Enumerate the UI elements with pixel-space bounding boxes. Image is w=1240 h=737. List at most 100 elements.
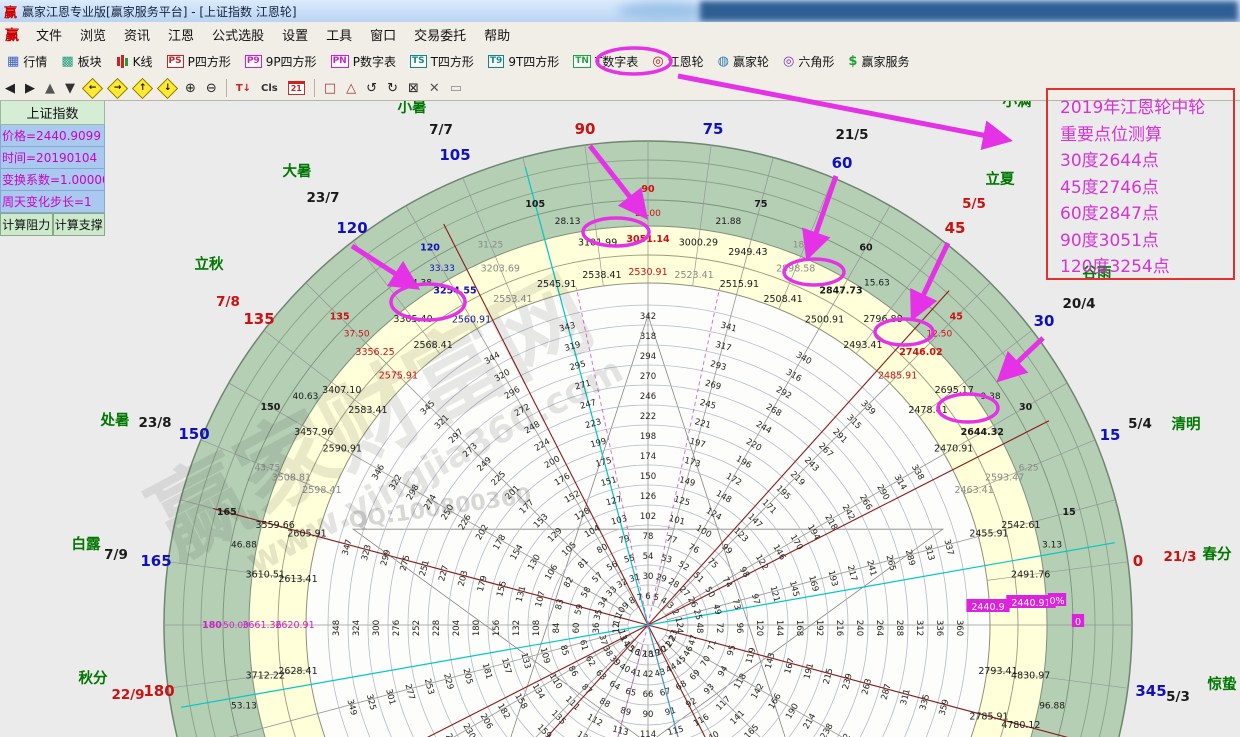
shrink-icon[interactable]: ✕ <box>424 80 445 97</box>
annotation-line-3: 45度2746点 <box>1060 175 1233 202</box>
toolbar-button-T数字表[interactable]: TNT数字表 <box>566 50 645 73</box>
zoom-in-icon[interactable]: ⊕ <box>180 80 201 97</box>
spiral-number: 300 <box>372 620 382 636</box>
ring-value: 12.50 <box>926 330 952 340</box>
menu-item-1[interactable]: 浏览 <box>71 22 115 47</box>
ring-value: 15 <box>1063 507 1076 518</box>
forward-icon[interactable]: ▶ <box>20 80 40 97</box>
spiral-number: 204 <box>452 620 462 636</box>
ring-value: 2493.41 <box>843 340 882 351</box>
zoom-out-icon[interactable]: ⊖ <box>201 80 222 97</box>
toolbar-label: 江恩轮 <box>668 53 704 70</box>
title-bar: 赢 赢家江恩专业版[赢家服务平台] - [上证指数 江恩轮] <box>0 0 1240 23</box>
menu-item-4[interactable]: 公式选股 <box>203 22 273 47</box>
pan-down-icon[interactable]: ↓ <box>155 80 180 97</box>
back-icon[interactable]: ◀ <box>0 80 20 97</box>
menu-item-8[interactable]: 交易委托 <box>405 22 475 47</box>
calc-button-0[interactable]: 计算阻力 <box>0 213 53 236</box>
toolbar-label: 9T四方形 <box>508 53 559 70</box>
ring-value: 180 <box>202 620 222 631</box>
toolbar-separator <box>226 79 227 97</box>
ring-value: 2746.02 <box>899 347 942 358</box>
toolbar-button-T四方形[interactable]: TST四方形 <box>403 50 481 73</box>
ring-value: 90 <box>641 184 655 195</box>
spiral-number: 48 <box>694 623 704 634</box>
t9-icon: T9 <box>488 55 504 68</box>
toolbar-button-P四方形[interactable]: PSP四方形 <box>160 50 238 73</box>
screen-icon[interactable]: ▭ <box>445 80 467 97</box>
blocks-icon: ▩ <box>61 55 73 68</box>
calc-button-1[interactable]: 计算支撑 <box>53 213 106 236</box>
triangle-tool-icon[interactable]: △ <box>341 80 361 97</box>
spiral-number: 216 <box>834 620 844 636</box>
rotate-right-icon[interactable]: ▼ <box>60 80 80 97</box>
ring-value: 75 <box>754 199 767 210</box>
toolbar-button-六角形[interactable]: ◎六角形 <box>776 50 841 73</box>
spiral-number: 132 <box>512 620 522 636</box>
date-label: 5/5 <box>962 196 986 212</box>
menu-item-5[interactable]: 设置 <box>273 22 317 47</box>
ring-value: 3254.55 <box>433 286 476 297</box>
menu-item-6[interactable]: 工具 <box>317 22 361 47</box>
spiral-number: 168 <box>794 620 804 636</box>
toolbar-label: 行情 <box>23 53 47 70</box>
ring-value: 50.00 <box>223 621 249 631</box>
toolbar-button-江恩轮[interactable]: ◎江恩轮 <box>645 50 710 73</box>
ring-value: 31.25 <box>477 240 503 250</box>
toolbar-button-板块[interactable]: ▩板块 <box>54 50 108 73</box>
menu-item-7[interactable]: 窗口 <box>361 22 405 47</box>
toolbar-button-9T四方形[interactable]: T9 9T四方形 <box>481 50 566 73</box>
ring-value: 3712.22 <box>246 670 285 681</box>
spiral-number: 120 <box>754 620 764 636</box>
spiral-number: 192 <box>814 620 824 636</box>
ring-value: 2515.91 <box>720 279 759 290</box>
highlighted-cell-value: 2440.91 <box>1011 598 1050 609</box>
pan-up-icon[interactable]: ↑ <box>130 80 155 97</box>
rotate-cw-icon[interactable]: ↻ <box>382 80 403 97</box>
menu-bar: 赢 文件浏览资讯江恩公式选股设置工具窗口交易委托帮助 <box>0 22 1240 48</box>
toolbar-button-K线[interactable]: K线 <box>109 50 160 73</box>
degree-label: 105 <box>439 146 470 164</box>
pan-left-icon[interactable]: ← <box>80 80 105 97</box>
cls-icon[interactable]: Cls <box>256 82 283 95</box>
box-x-icon[interactable]: ⊠ <box>403 80 424 97</box>
annotation-box: 2019年江恩轮中轮重要点位测算30度2644点45度2746点60度2847点… <box>1046 88 1235 280</box>
app-window: { "window": {"title": "赢家江恩专业版[赢家服务平台] -… <box>0 0 1240 737</box>
spiral-number: 348 <box>332 620 342 636</box>
ring-value: 53.13 <box>231 701 257 711</box>
solar-term-label: 白露 <box>72 535 101 553</box>
time-axis-icon[interactable]: T↓ <box>231 82 256 95</box>
degree-label: 165 <box>140 552 171 570</box>
date-label: 5/4 <box>1128 416 1152 432</box>
annotation-line-6: 120度3254点 <box>1060 254 1233 281</box>
ring-value: 9.38 <box>981 392 1001 402</box>
toolbar-button-行情[interactable]: ▦行情 <box>0 50 54 73</box>
info-panel: 上证指数 价格=2440.9099时间=20190104变换系数=1.00000… <box>0 100 105 236</box>
toolbar-button-9P四方形[interactable]: P99P四方形 <box>238 50 324 73</box>
menu-item-3[interactable]: 江恩 <box>159 22 203 47</box>
ring-value: 2523.41 <box>674 270 713 281</box>
toolbar-button-赢家服务[interactable]: $赢家服务 <box>841 50 916 73</box>
spiral-number: 60 <box>572 623 582 634</box>
toolbar-button-赢家轮[interactable]: ◍赢家轮 <box>711 50 776 73</box>
toolbar-button-P数字表[interactable]: PNP数字表 <box>324 50 403 73</box>
spiral-number: 240 <box>854 620 864 636</box>
date-label: 20/4 <box>1062 296 1095 312</box>
calendar-icon[interactable]: 21 <box>283 80 310 96</box>
square-tool-icon[interactable]: □ <box>319 80 341 97</box>
candles-icon <box>116 55 129 68</box>
menu-item-9[interactable]: 帮助 <box>475 22 519 47</box>
annotation-line-0: 2019年江恩轮中轮 <box>1060 95 1233 122</box>
ring-value: 135 <box>330 312 350 323</box>
winner-wheel-icon: ◍ <box>718 55 729 68</box>
ring-value: 2500.91 <box>805 314 844 325</box>
menu-item-2[interactable]: 资讯 <box>115 22 159 47</box>
rotate-left-icon[interactable]: ▲ <box>40 80 60 97</box>
spiral-number: 144 <box>774 620 784 636</box>
date-label: 5/3 <box>1166 689 1190 705</box>
ring-value: 2538.41 <box>582 270 621 281</box>
rotate-ccw-icon[interactable]: ↺ <box>361 80 382 97</box>
pan-right-icon[interactable]: → <box>105 80 130 97</box>
menu-item-0[interactable]: 文件 <box>27 22 71 47</box>
degree-label: 180 <box>143 682 174 700</box>
